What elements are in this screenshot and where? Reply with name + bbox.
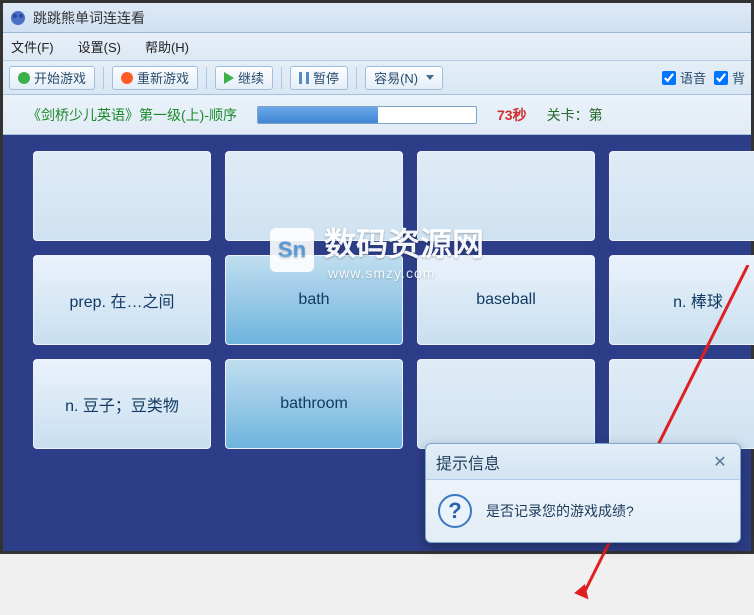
- card-empty[interactable]: [417, 359, 595, 449]
- question-icon: ?: [438, 494, 472, 528]
- pause-button[interactable]: 暂停: [290, 66, 348, 90]
- card-empty[interactable]: [609, 151, 754, 241]
- card-empty[interactable]: [609, 359, 754, 449]
- bg-checkbox[interactable]: 背: [714, 68, 745, 87]
- toolbar: 开始游戏 重新游戏 继续 暂停 容易(N) 语音 背: [3, 61, 751, 95]
- menu-help[interactable]: 帮助(H): [145, 37, 189, 56]
- start-game-button[interactable]: 开始游戏: [9, 66, 95, 90]
- chevron-down-icon: [426, 75, 434, 80]
- arrow-head-icon: [574, 584, 594, 604]
- difficulty-dropdown[interactable]: 容易(N): [365, 66, 443, 90]
- status-row: 《剑桥少儿英语》第一级(上)-顺序 73秒 关卡：第: [3, 95, 751, 135]
- card-empty[interactable]: [33, 151, 211, 241]
- separator: [206, 67, 207, 89]
- progress-fill: [258, 107, 378, 123]
- timer-label: 73秒: [497, 105, 527, 125]
- close-icon[interactable]: ✕: [710, 453, 730, 471]
- bg-checkbox-input[interactable]: [714, 71, 728, 85]
- separator: [356, 67, 357, 89]
- continue-button[interactable]: 继续: [215, 66, 273, 90]
- card[interactable]: n. 棒球: [609, 255, 754, 345]
- app-icon: [9, 9, 27, 27]
- progress-bar: [257, 106, 477, 124]
- separator: [281, 67, 282, 89]
- game-area: prep. 在…之间 bath baseball n. 棒球 n. 豆子；豆类物…: [3, 135, 751, 551]
- card-empty[interactable]: [225, 151, 403, 241]
- app-title: 跳跳熊单词连连看: [33, 8, 145, 28]
- dialog-title-text: 提示信息: [436, 450, 500, 474]
- sound-checkbox[interactable]: 语音: [662, 68, 706, 87]
- menu-settings[interactable]: 设置(S): [78, 37, 121, 56]
- stage-label: 关卡：第: [547, 105, 603, 125]
- dialog-message: 是否记录您的游戏成绩?: [486, 501, 634, 521]
- card[interactable]: prep. 在…之间: [33, 255, 211, 345]
- course-label: 《剑桥少儿英语》第一级(上)-顺序: [27, 105, 237, 125]
- titlebar: 跳跳熊单词连连看: [3, 3, 751, 33]
- separator: [103, 67, 104, 89]
- card[interactable]: bath: [225, 255, 403, 345]
- menubar: 文件(F) 设置(S) 帮助(H): [3, 33, 751, 61]
- restart-game-button[interactable]: 重新游戏: [112, 66, 198, 90]
- dialog-body: ? 是否记录您的游戏成绩?: [426, 480, 740, 542]
- sound-checkbox-input[interactable]: [662, 71, 676, 85]
- card-empty[interactable]: [417, 151, 595, 241]
- menu-file[interactable]: 文件(F): [11, 37, 54, 56]
- play-fill-icon: [18, 72, 30, 84]
- card[interactable]: baseball: [417, 255, 595, 345]
- pause-icon: [299, 72, 309, 84]
- card-board: prep. 在…之间 bath baseball n. 棒球 n. 豆子；豆类物…: [33, 151, 751, 449]
- restart-icon: [121, 72, 133, 84]
- dialog-titlebar: 提示信息 ✕: [426, 444, 740, 480]
- prompt-dialog: 提示信息 ✕ ? 是否记录您的游戏成绩?: [425, 443, 741, 543]
- card[interactable]: bathroom: [225, 359, 403, 449]
- card[interactable]: n. 豆子；豆类物: [33, 359, 211, 449]
- play-icon: [224, 72, 234, 84]
